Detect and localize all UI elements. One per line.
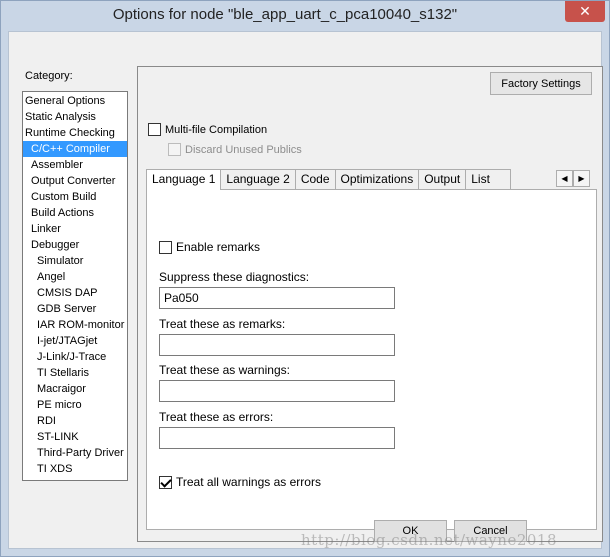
category-item-label: General Options: [25, 95, 106, 107]
tab-list[interactable]: List: [465, 169, 512, 189]
multi-file-compilation-label: Multi-file Compilation: [165, 123, 268, 136]
enable-remarks-label: Enable remarks: [176, 240, 261, 254]
category-item[interactable]: I-jet/JTAGjet: [23, 333, 127, 349]
treat-all-warnings-as-errors-option[interactable]: Treat all warnings as errors: [159, 475, 321, 489]
category-item[interactable]: PE micro: [23, 397, 127, 413]
category-item[interactable]: Third-Party Driver: [23, 445, 127, 461]
category-item-label: IAR ROM-monitor: [37, 319, 125, 331]
category-item-label: Angel: [37, 271, 66, 283]
category-item-label: C/C++ Compiler: [31, 143, 110, 155]
category-list[interactable]: General Options Static Analysis Runtime Ch…: [22, 91, 128, 481]
factory-settings-button[interactable]: Factory Settings: [490, 72, 592, 95]
category-item-label: Assembler: [31, 159, 83, 171]
category-item[interactable]: TI Stellaris: [23, 365, 127, 381]
category-item[interactable]: CMSIS DAP: [23, 285, 127, 301]
tab-code[interactable]: Code: [294, 169, 336, 189]
category-item[interactable]: Linker: [23, 221, 127, 237]
category-item[interactable]: Runtime Checking: [23, 125, 127, 141]
multi-file-compilation-option[interactable]: Multi-file Compilation: [148, 123, 267, 136]
category-item[interactable]: C/C++ Compiler: [23, 141, 127, 157]
category-item[interactable]: Debugger: [23, 237, 127, 253]
treat-as-remarks-input[interactable]: [159, 334, 395, 356]
discard-unused-publics-checkbox: [168, 143, 181, 156]
category-item-label: Runtime Checking: [25, 127, 115, 139]
window-title: Options for node "ble_app_uart_c_pca1004…: [112, 6, 458, 23]
category-item[interactable]: General Options: [23, 93, 127, 109]
suppress-diagnostics-input[interactable]: Pa050: [159, 287, 395, 309]
tab-scroll-right-button[interactable]: ▶: [573, 170, 590, 187]
category-item[interactable]: ST-LINK: [23, 429, 127, 445]
category-item-label: J-Link/J-Trace: [37, 351, 107, 363]
category-item[interactable]: Assembler: [23, 157, 127, 173]
category-item[interactable]: RDI: [23, 413, 127, 429]
tab-optimizations[interactable]: Optimizations: [334, 169, 420, 189]
category-label: Category:: [25, 70, 73, 82]
title-bar[interactable]: Options for node "ble_app_uart_c_pca1004…: [1, 1, 609, 31]
close-icon: ✕: [579, 3, 591, 19]
treat-as-errors-label: Treat these as errors:: [159, 410, 274, 424]
category-item-label: TI XDS: [37, 463, 73, 475]
category-item[interactable]: Custom Build: [23, 189, 127, 205]
enable-remarks-checkbox[interactable]: [159, 240, 172, 254]
category-item-label: Build Actions: [31, 207, 94, 219]
treat-as-errors-input[interactable]: [159, 427, 395, 449]
category-item-label: TI Stellaris: [37, 367, 89, 379]
close-button[interactable]: ✕: [565, 1, 605, 22]
options-panel: Factory Settings Multi-file Compilation …: [137, 66, 603, 542]
treat-as-remarks-label: Treat these as remarks:: [159, 317, 286, 331]
category-item-label: Third-Party Driver: [37, 447, 124, 459]
watermark: http://blog.csdn.net/wayne2018: [301, 531, 557, 549]
category-item[interactable]: TI XDS: [23, 461, 127, 477]
options-tabstrip: Language 1 Language 2 Code Optimizations…: [146, 169, 512, 190]
discard-unused-publics-option: Discard Unused Publics: [168, 143, 302, 156]
category-item-label: I-jet/JTAGjet: [37, 335, 98, 347]
category-item[interactable]: Simulator: [23, 253, 127, 269]
tab-scroll-left-button[interactable]: ◀: [556, 170, 573, 187]
category-item[interactable]: IAR ROM-monitor: [23, 317, 127, 333]
arrow-left-icon: ◀: [561, 174, 568, 183]
category-item[interactable]: GDB Server: [23, 301, 127, 317]
category-item-label: Output Converter: [31, 175, 116, 187]
category-item[interactable]: Build Actions: [23, 205, 127, 221]
discard-unused-publics-label: Discard Unused Publics: [185, 143, 302, 156]
category-item-label: Debugger: [31, 239, 80, 251]
category-item[interactable]: Macraigor: [23, 381, 127, 397]
tab-scroll-buttons: ◀ ▶: [556, 170, 590, 187]
category-item-label: CMSIS DAP: [37, 287, 98, 299]
options-dialog: Options for node "ble_app_uart_c_pca1004…: [0, 0, 610, 557]
category-item-label: ST-LINK: [37, 431, 79, 443]
treat-all-warnings-as-errors-label: Treat all warnings as errors: [176, 475, 321, 489]
tab-language-1[interactable]: Language 1: [146, 169, 222, 190]
category-item-label: Custom Build: [31, 191, 97, 203]
tab-language-2[interactable]: Language 2: [220, 169, 296, 189]
category-item[interactable]: J-Link/J-Trace: [23, 349, 127, 365]
category-item-label: Linker: [31, 223, 61, 235]
treat-all-warnings-as-errors-checkbox[interactable]: [159, 475, 172, 489]
category-item[interactable]: Output Converter: [23, 173, 127, 189]
language-1-page: Enable remarks Suppress these diagnostic…: [146, 189, 597, 530]
category-item-label: Simulator: [37, 255, 84, 267]
category-item-label: RDI: [37, 415, 56, 427]
category-item[interactable]: Static Analysis: [23, 109, 127, 125]
dialog-body: Category: General Options Static Analysis…: [8, 31, 603, 549]
suppress-diagnostics-label: Suppress these diagnostics:: [159, 270, 310, 284]
category-item-label: PE micro: [37, 399, 82, 411]
enable-remarks-option[interactable]: Enable remarks: [159, 240, 260, 254]
category-item-label: Macraigor: [37, 383, 86, 395]
tab-output[interactable]: Output: [418, 169, 467, 189]
category-item[interactable]: Angel: [23, 269, 127, 285]
category-item-label: GDB Server: [37, 303, 97, 315]
category-item-label: Static Analysis: [25, 111, 96, 123]
treat-as-warnings-label: Treat these as warnings:: [159, 363, 290, 377]
multi-file-compilation-checkbox[interactable]: [148, 123, 161, 136]
arrow-right-icon: ▶: [578, 174, 585, 183]
treat-as-warnings-input[interactable]: [159, 380, 395, 402]
